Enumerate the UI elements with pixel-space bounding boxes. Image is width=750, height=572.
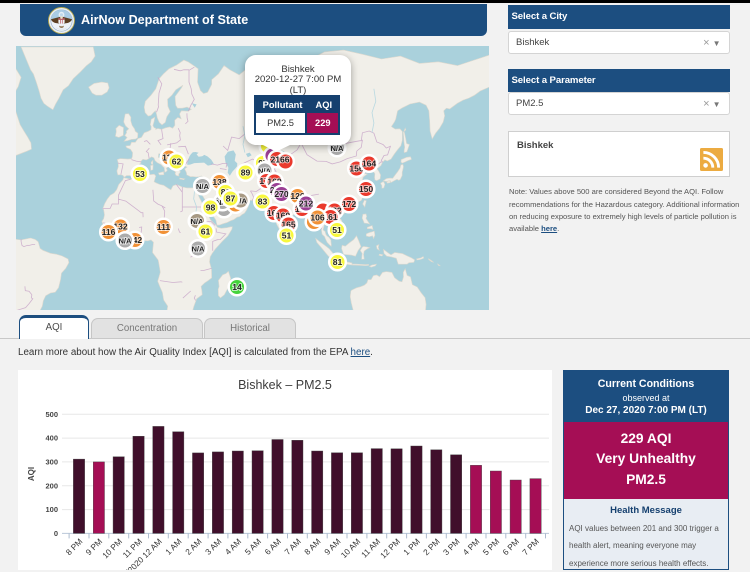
svg-text:87: 87 [226,194,236,204]
svg-text:N/A: N/A [191,245,205,254]
svg-text:N/A: N/A [118,237,132,246]
svg-text:2 AM: 2 AM [183,536,204,557]
svg-text:5 PM: 5 PM [481,536,502,557]
svg-text:3 AM: 3 AM [203,536,224,557]
svg-text:270: 270 [274,189,289,199]
svg-text:7 PM: 7 PM [520,536,541,557]
svg-text:111: 111 [157,222,171,232]
svg-text:10 AM: 10 AM [339,536,363,560]
svg-text:4 PM: 4 PM [461,536,482,557]
svg-text:100: 100 [45,505,58,514]
svg-text:6 AM: 6 AM [262,536,283,557]
svg-text:N/A: N/A [196,182,210,191]
svg-text:98: 98 [206,203,216,213]
svg-text:172: 172 [342,199,357,209]
svg-text:212: 212 [299,199,314,209]
svg-text:3 PM: 3 PM [441,536,462,557]
svg-text:8 AM: 8 AM [302,536,323,557]
svg-text:10 PM: 10 PM [100,536,124,560]
svg-text:51: 51 [332,225,342,235]
svg-text:83: 83 [258,197,268,207]
svg-text:6 PM: 6 PM [500,536,521,557]
svg-text:N/A: N/A [330,144,344,153]
svg-text:500: 500 [45,410,58,419]
svg-text:8 PM: 8 PM [64,536,85,557]
svg-text:200: 200 [45,481,58,490]
svg-text:62: 62 [172,157,182,167]
svg-text:81: 81 [333,257,343,267]
svg-text:116: 116 [102,227,116,237]
svg-text:106: 106 [310,213,325,223]
svg-text:4 AM: 4 AM [223,536,244,557]
svg-text:14: 14 [232,282,242,292]
svg-text:Bishkek – PM2.5: Bishkek – PM2.5 [238,378,332,392]
svg-text:61: 61 [201,227,211,237]
svg-text:51: 51 [282,231,292,241]
svg-text:2 PM: 2 PM [421,536,442,557]
svg-text:1 AM: 1 AM [163,536,184,557]
svg-text:12 PM: 12 PM [378,536,402,560]
svg-text:150: 150 [359,184,374,194]
svg-text:89: 89 [241,168,251,178]
svg-text:0: 0 [54,529,58,538]
svg-text:164: 164 [362,159,377,169]
svg-text:11 AM: 11 AM [359,536,382,559]
svg-text:AQI: AQI [27,467,36,481]
svg-text:2166: 2166 [270,155,289,165]
svg-text:1 PM: 1 PM [401,536,422,557]
svg-text:53: 53 [135,169,145,179]
svg-text:5 AM: 5 AM [243,536,264,557]
svg-text:7 AM: 7 AM [282,536,303,557]
svg-text:300: 300 [45,458,58,467]
svg-text:400: 400 [45,434,58,443]
